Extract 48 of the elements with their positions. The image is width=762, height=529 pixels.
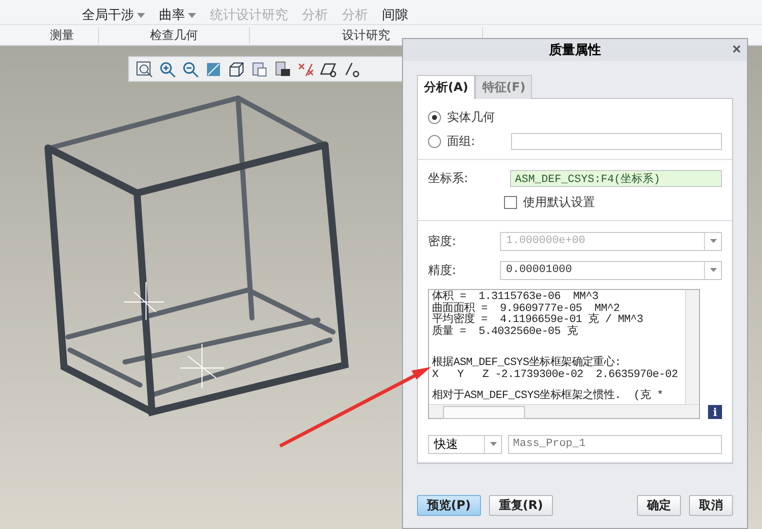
result-line: 相对于ASM_DEF_CSYS坐标框架之惯性. (克 * bbox=[432, 391, 664, 402]
zoom-out-icon[interactable] bbox=[181, 60, 200, 78]
caret-icon bbox=[188, 12, 196, 18]
horizontal-scrollbar[interactable] bbox=[429, 404, 700, 418]
caret-icon bbox=[490, 442, 496, 446]
checkbox-label: 使用默认设置 bbox=[523, 194, 595, 210]
mode-dropdown[interactable]: 快速 bbox=[428, 434, 502, 454]
caret-icon bbox=[710, 268, 716, 272]
precision-dropdown[interactable]: 0.00001000 bbox=[500, 260, 722, 280]
crosshair-icon bbox=[180, 344, 224, 388]
radio-label: 面组: bbox=[447, 132, 476, 150]
result-line: 质量 = 5.4032560e-05 克 bbox=[432, 326, 579, 338]
checkbox[interactable] bbox=[504, 196, 517, 208]
group-label: 检查几何 bbox=[99, 26, 250, 44]
radio-button[interactable] bbox=[428, 110, 441, 124]
tab[interactable]: 分析(A) bbox=[417, 75, 476, 99]
crosshair-icon bbox=[124, 282, 164, 320]
field-label: 精度: bbox=[428, 262, 458, 278]
zoom-fit-icon[interactable] bbox=[135, 60, 154, 78]
ribbon-tool[interactable]: 间隙 bbox=[382, 6, 408, 24]
info-icon[interactable]: i bbox=[708, 405, 722, 419]
dialog-button[interactable]: 重复(R) bbox=[488, 495, 553, 516]
radio-label: 实体几何 bbox=[447, 108, 495, 126]
result-line: 平均密度 = 4.1196659e-01 克 / MM^3 bbox=[432, 315, 644, 326]
field-label: 密度: bbox=[428, 232, 458, 250]
ribbon-tool[interactable]: 全局干涉 bbox=[82, 6, 145, 24]
result-line: 体积 = 1.3115763e-06 MM^3 bbox=[432, 292, 600, 303]
caret-icon bbox=[710, 239, 716, 243]
dialog-button[interactable]: 预览(P) bbox=[417, 495, 481, 516]
camera-icon[interactable] bbox=[273, 60, 292, 78]
quilt-field[interactable] bbox=[511, 132, 722, 150]
group-label: 测量 bbox=[26, 26, 99, 44]
caret-icon bbox=[137, 12, 145, 18]
result-line: 根据ASM_DEF_CSYS坐标框架确定重心: bbox=[432, 358, 622, 370]
close-button[interactable]: × bbox=[732, 41, 741, 58]
csys-field[interactable]: ASM_DEF_CSYS:F4(坐标系) bbox=[510, 170, 722, 186]
ribbon-tool[interactable]: 曲率 bbox=[159, 6, 196, 24]
dialog-button[interactable]: 确定 bbox=[637, 495, 681, 516]
vertical-scrollbar[interactable] bbox=[685, 290, 700, 404]
layers-icon[interactable] bbox=[250, 60, 269, 78]
radio-button[interactable] bbox=[428, 134, 441, 148]
zoom-in-icon[interactable] bbox=[158, 60, 177, 78]
dialog-title: 质量属性 bbox=[549, 42, 601, 59]
field-label: 坐标系: bbox=[428, 170, 470, 186]
dialog-button[interactable]: 取消 bbox=[689, 495, 733, 516]
cube-icon[interactable] bbox=[227, 60, 246, 78]
result-line: X Y Z -2.1739300e-02 2.6635970e-02 bbox=[432, 370, 679, 381]
name-field[interactable]: Mass_Prop_1 bbox=[508, 434, 722, 454]
